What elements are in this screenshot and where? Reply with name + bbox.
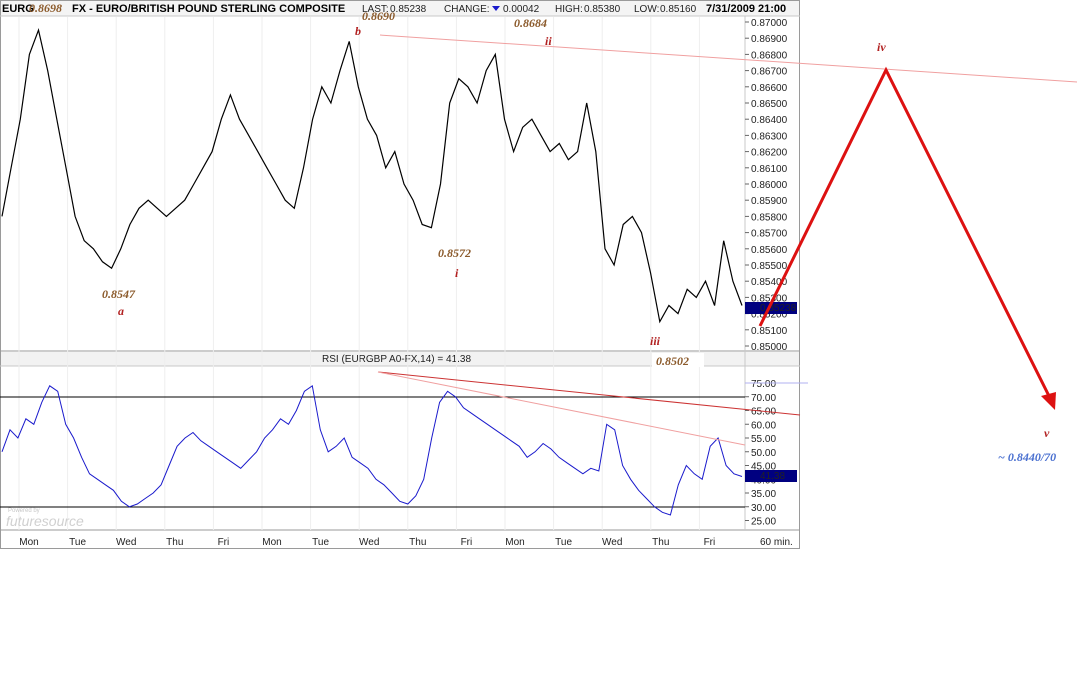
projection-arrowhead [1041,392,1056,410]
price-label-0.8698: 0.8698 [29,1,62,15]
x-day-label: Thu [652,537,669,548]
price-tick-label: 0.86700 [751,67,788,78]
price-tick-label: 0.86000 [751,180,788,191]
x-day-label: Fri [218,537,230,548]
x-day-label: Fri [461,537,473,548]
price-tick-label: 0.86800 [751,50,788,61]
price-tick-label: 0.86900 [751,34,788,45]
rsi-tick-label: 30.00 [751,503,776,514]
wave-label-a: a [118,304,124,318]
header-change-label: CHANGE: [444,4,490,15]
rsi-title: RSI (EURGBP A0-FX,14) = 41.38 [322,354,471,365]
header-low: 0.85160 [660,4,697,15]
rsi-tick-label: 55.00 [751,434,776,445]
header-change: 0.00042 [503,4,540,15]
elliott-projection-path [758,66,1054,403]
price-tick-label: 0.86100 [751,164,788,175]
rsi-current-value: 41.38 [760,471,785,482]
price-label-0.8684: 0.8684 [514,16,547,30]
price-tick-label: 0.86300 [751,131,788,142]
rsi-tick-label: 50.00 [751,448,776,459]
x-day-label: Wed [359,537,379,548]
rsi-tick-label: 70.00 [751,393,776,404]
x-day-label: Tue [312,537,329,548]
x-day-label: Thu [166,537,183,548]
price-tick-label: 0.85600 [751,245,788,256]
wave-label-v: v [1044,426,1050,440]
price-label-0.8502: 0.8502 [656,354,689,368]
x-interval-label: 60 min. [760,537,793,548]
rsi-tick-label: 75.00 [751,379,776,390]
x-day-label: Mon [19,537,38,548]
header-last: 0.85238 [390,4,427,15]
x-day-label: Tue [69,537,86,548]
chart-canvas: EURG FX - EURO/BRITISH POUND STERLING CO… [0,0,1077,549]
rsi-tick-label: 60.00 [751,420,776,431]
price-label-0.8547: 0.8547 [102,287,136,301]
x-day-label: Fri [704,537,716,548]
x-day-label: Tue [555,537,572,548]
x-day-label: Wed [602,537,622,548]
header-title: FX - EURO/BRITISH POUND STERLING COMPOSI… [72,3,345,15]
price-tick-label: 0.86500 [751,99,788,110]
wave-label-ii: ii [545,34,552,48]
price-tick-label: 0.85500 [751,261,788,272]
x-day-label: Mon [505,537,524,548]
price-tick-label: 0.85800 [751,212,788,223]
wave-label-iv: iv [877,40,886,54]
header-datetime: 7/31/2009 21:00 [706,3,786,15]
wave-label-iii: iii [650,334,661,348]
price-tick-label: 0.85100 [751,326,788,337]
price-tick-label: 0.85900 [751,196,788,207]
price-label-0.8690: 0.8690 [362,9,395,23]
header-high: 0.85380 [584,4,621,15]
rsi-tick-label: 35.00 [751,489,776,500]
wave-label-b: b [355,24,361,38]
price-tick-label: 0.87000 [751,18,788,29]
price-tick-label: 0.86200 [751,148,788,159]
header-high-label: HIGH: [555,4,583,15]
price-tick-label: 0.86400 [751,115,788,126]
price-tick-label: 0.85000 [751,342,788,353]
header-low-label: LOW: [634,4,659,15]
rsi-tick-label: 25.00 [751,517,776,528]
x-axis: Mon Tue Wed Thu Fri Mon Tue Wed Thu Fri Mon Tue Wed T… [19,537,715,548]
chart-frame [0,0,800,549]
watermark-brand: futuresource [6,513,84,529]
price-label-0.8572: 0.8572 [438,246,471,260]
target-label: ~ 0.8440/70 [998,450,1056,464]
x-day-label: Mon [262,537,281,548]
x-day-label: Wed [116,537,136,548]
price-tick-label: 0.86600 [751,83,788,94]
x-day-label: Thu [409,537,426,548]
price-tick-label: 0.85700 [751,229,788,240]
